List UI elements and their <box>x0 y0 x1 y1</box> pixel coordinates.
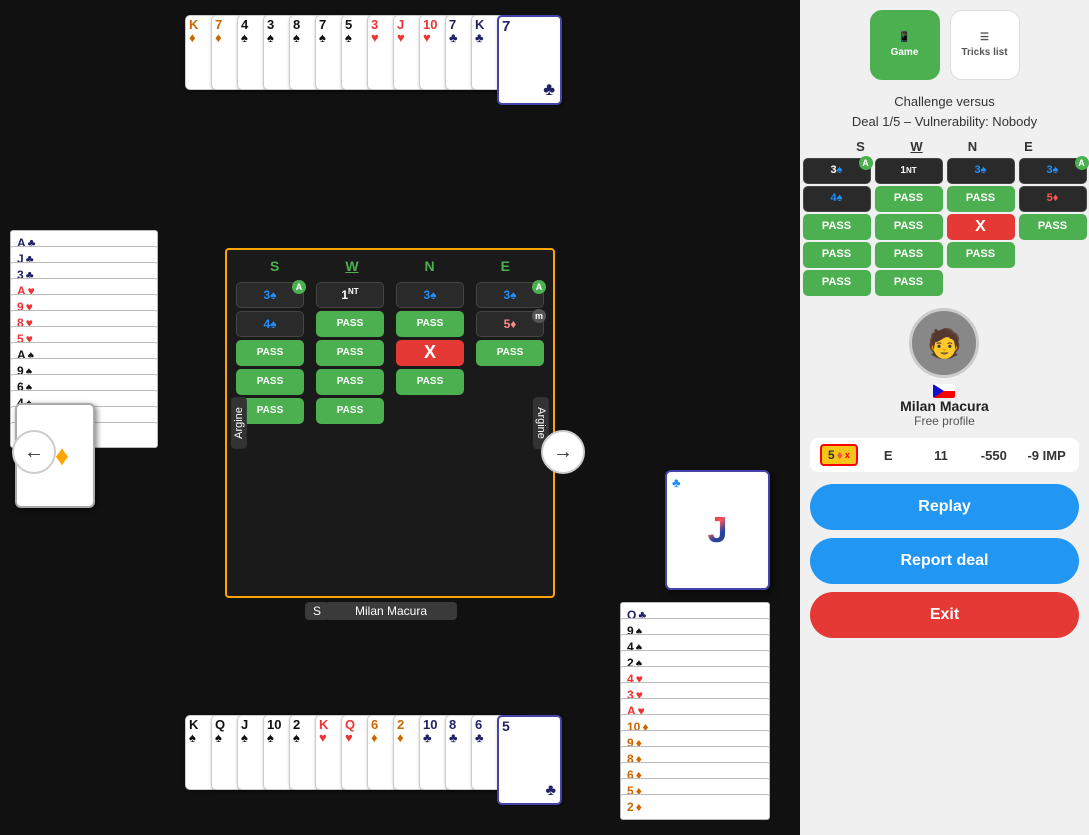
bs1: 3♠ A <box>236 282 304 308</box>
profile-label: Free profile <box>914 414 975 428</box>
bid-col-s: 3♠ A 4♠ PASS PASS PASS <box>803 158 871 296</box>
contract-doubled: x <box>845 450 850 460</box>
bidding-box: S W N E 3♠ A 4♠ PASS PASS PASS 1NT PASS … <box>225 248 555 598</box>
contract-badge: 5♦x <box>820 444 858 466</box>
bid-w3: PASS <box>875 214 943 240</box>
game-area: K♦ 7♦ 4♠ 3♠ 8♠ 7♠ 5♠ 3♥ J♥ 10♥ 7♣ K♣ 7 ♣… <box>0 0 800 835</box>
bid-w5: PASS <box>875 270 943 296</box>
west-hand: A♣ J♣ 3♣ A♥ 9♥ 8♥ 5♥ A♠ 9♠ 6♠ 4♠ Q♦ J♦ J… <box>10 230 170 448</box>
next-arrow[interactable]: → <box>541 430 585 474</box>
bn4: PASS <box>396 369 464 395</box>
deal-info: Deal 1/5 – Vulnerability: Nobody <box>852 112 1037 132</box>
east-hand: ♣ J Q♣ 9♠ 4♠ 2♠ 4♥ 3♥ A♥ 10♦ 9♦ 8♦ 6♦ 5♦… <box>628 232 788 612</box>
tricks-tab[interactable]: ☰ Tricks list <box>950 10 1020 80</box>
be2: 5♦ m <box>476 311 544 337</box>
bid-positions: S W N E <box>227 250 553 274</box>
bs4: PASS <box>236 369 304 395</box>
bn1: 3♠ <box>396 282 464 308</box>
phone-icon: 📱 <box>898 32 910 43</box>
dir-n: N <box>947 139 999 154</box>
report-button[interactable]: Report deal <box>810 538 1079 584</box>
south-player-name: Milan Macura <box>325 602 457 620</box>
bid-e3: PASS <box>1019 214 1087 240</box>
top-navigation: 📱 Game ☰ Tricks list <box>810 10 1079 80</box>
bw3: PASS <box>316 340 384 366</box>
bid-col-e: 3♠ A 5♦ PASS <box>1019 158 1087 296</box>
contract-suit: ♦ <box>837 448 843 462</box>
contract-value: 5 <box>828 448 835 462</box>
bid-s2: 4♠ <box>803 186 871 212</box>
be1: 3♠ A <box>476 282 544 308</box>
dir-e: E <box>1003 139 1055 154</box>
bid-inner-w: 1NT PASS PASS PASS PASS <box>315 282 385 424</box>
bid-col-n: 3♠ PASS X PASS <box>947 158 1015 296</box>
south-hand: K♠ Q♠ J♠ 10♠ 2♠ K♥ Q♥ 6♦ 2♦ 10♣ 8♣ 6♣ 5♣ <box>185 715 562 805</box>
profile-section: 🧑 Milan Macura Free profile <box>900 308 989 428</box>
result-direction: E <box>866 448 911 463</box>
east-cards-stack: Q♣ 9♠ 4♠ 2♠ 4♥ 3♥ A♥ 10♦ 9♦ 8♦ 6♦ 5♦ 2♦ <box>620 602 770 820</box>
bw2: PASS <box>316 311 384 337</box>
bid-s3: PASS <box>803 214 871 240</box>
bid-n1: 3♠ <box>947 158 1015 184</box>
pos-s: S <box>270 258 279 274</box>
bn3: X <box>396 340 464 366</box>
bid-s5: PASS <box>803 270 871 296</box>
result-score: -550 <box>971 448 1016 463</box>
sc13: 5♣ <box>497 715 562 805</box>
bs3: PASS <box>236 340 304 366</box>
bw1: 1NT <box>316 282 384 308</box>
bid-n3: X <box>947 214 1015 240</box>
challenge-title: Challenge versus <box>852 92 1037 112</box>
bw4: PASS <box>316 369 384 395</box>
result-imp: -9 IMP <box>1024 448 1069 463</box>
bid-w2: PASS <box>875 186 943 212</box>
dir-s: S <box>835 139 887 154</box>
card-7club-face: 7 ♣ <box>497 15 562 105</box>
profile-name: Milan Macura <box>900 398 989 414</box>
be3: PASS <box>476 340 544 366</box>
bid-n4: PASS <box>947 242 1015 268</box>
bid-cols-inner: 3♠ A 4♠ PASS PASS PASS 1NT PASS PASS PAS… <box>227 274 553 432</box>
north-hand: K♦ 7♦ 4♠ 3♠ 8♠ 7♠ 5♠ 3♥ J♥ 10♥ 7♣ K♣ 7 ♣ <box>185 15 562 105</box>
bidding-table: 3♠ A 4♠ PASS PASS PASS 1NT PASS PASS PAS… <box>803 158 1087 296</box>
replay-button[interactable]: Replay <box>810 484 1079 530</box>
game-tab[interactable]: 📱 Game <box>870 10 940 80</box>
result-row: 5♦x E 11 -550 -9 IMP <box>810 438 1079 472</box>
bid-col-w: 1NT PASS PASS PASS PASS <box>875 158 943 296</box>
challenge-info: Challenge versus Deal 1/5 – Vulnerabilit… <box>852 92 1037 131</box>
bid-e1: 3♠ A <box>1019 158 1087 184</box>
pos-n: N <box>425 258 435 274</box>
east-face-card: ♣ J <box>665 470 770 590</box>
bs2: 4♠ <box>236 311 304 337</box>
bid-w4: PASS <box>875 242 943 268</box>
bid-w1: 1NT <box>875 158 943 184</box>
tricks-label: Tricks list <box>961 47 1007 58</box>
bid-s4: PASS <box>803 242 871 268</box>
bid-n2: PASS <box>947 186 1015 212</box>
result-tricks: 11 <box>919 448 964 463</box>
dir-w: W <box>891 139 943 154</box>
bw5: PASS <box>316 398 384 424</box>
exit-button[interactable]: Exit <box>810 592 1079 638</box>
bid-e2: 5♦ <box>1019 186 1087 212</box>
pos-w: W <box>345 258 358 274</box>
bid-inner-n: 3♠ PASS X PASS <box>395 282 465 424</box>
bn2: PASS <box>396 311 464 337</box>
ec12: 2♦ <box>620 794 770 820</box>
list-icon: ☰ <box>980 32 989 43</box>
prev-arrow[interactable]: ← <box>12 430 56 474</box>
avatar: 🧑 <box>909 308 979 378</box>
game-label: Game <box>891 47 919 58</box>
w-vert-label: Argine <box>231 397 247 449</box>
pos-e: E <box>501 258 510 274</box>
bid-s1: 3♠ A <box>803 158 871 184</box>
flag-icon <box>933 384 955 398</box>
